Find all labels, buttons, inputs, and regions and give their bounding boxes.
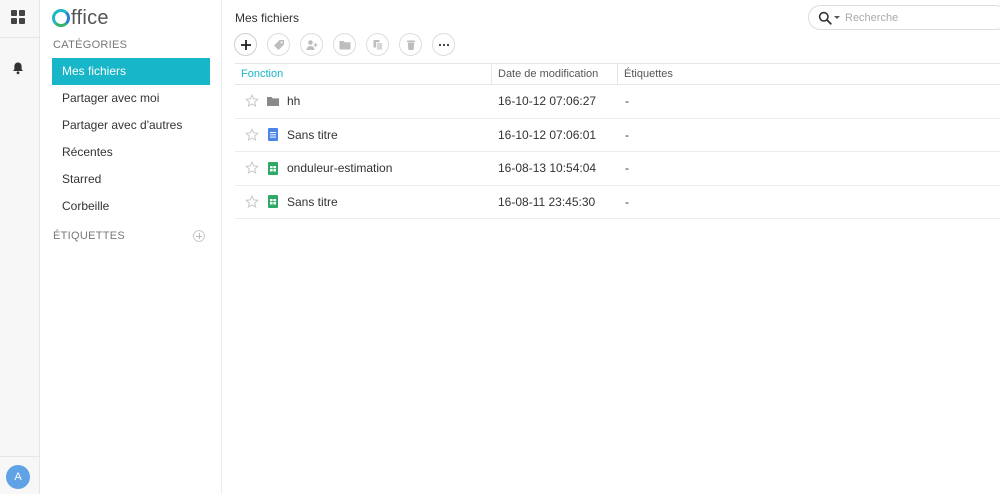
sidebar-item-starred[interactable]: Starred [52,166,210,193]
file-name[interactable]: Sans titre [287,128,338,142]
file-name[interactable]: onduleur-estimation [287,161,392,175]
search-icon[interactable] [818,11,832,25]
page-title: Mes fichiers [235,11,300,25]
add-user-icon [306,39,317,50]
column-header-tags[interactable]: Étiquettes [617,63,1000,85]
spreadsheet-icon [268,195,278,209]
folder-icon [339,40,350,49]
table-row[interactable]: Sans titre 16-08-11 23:45:30 - [235,186,1000,219]
add-tag-icon[interactable] [193,230,205,242]
trash-icon [406,40,415,50]
file-tags: - [625,161,629,176]
apps-grid-icon[interactable] [11,10,25,24]
table-row[interactable]: onduleur-estimation 16-08-13 10:54:04 - [235,152,1000,186]
chevron-down-icon[interactable] [834,16,840,19]
star-icon[interactable] [245,194,259,209]
toolbar [234,33,465,56]
delete-button[interactable] [399,33,422,56]
rail-divider [0,37,40,38]
column-header-name[interactable]: Fonction [235,68,491,80]
file-name[interactable]: Sans titre [287,195,338,209]
file-name[interactable]: hh [287,94,300,108]
more-button[interactable] [432,33,455,56]
sidebar-item-partager-avec-autres[interactable]: Partager avec d'autres [52,112,210,139]
plus-icon [240,39,251,50]
file-table: Fonction Date de modification Étiquettes… [235,63,1000,219]
file-name-cell: hh [235,94,491,108]
table-header: Fonction Date de modification Étiquettes [235,63,1000,85]
document-icon [268,128,278,142]
sidebar-item-partager-avec-moi[interactable]: Partager avec moi [52,85,210,112]
file-name-cell: onduleur-estimation [235,161,491,175]
folder-icon [267,96,279,106]
file-name-cell: Sans titre [235,195,491,209]
file-tags: - [625,127,629,142]
tags-section: ÉTIQUETTES [53,230,205,242]
file-tags: - [625,194,629,209]
sidebar-nav: Mes fichiers Partager avec moi Partager … [52,58,210,220]
sidebar-item-mes-fichiers[interactable]: Mes fichiers [52,58,210,85]
move-folder-button[interactable] [333,33,356,56]
copy-button[interactable] [366,33,389,56]
file-tags: - [625,94,629,109]
sidebar-item-corbeille[interactable]: Corbeille [52,193,210,220]
modified-date: 16-10-12 07:06:27 [498,94,597,109]
table-row[interactable]: hh 16-10-12 07:06:27 - [235,85,1000,119]
sidebar-item-recentes[interactable]: Récentes [52,139,210,166]
tag-button[interactable] [267,33,290,56]
logo-o-icon [52,9,70,27]
office-logo: ffice [52,7,109,29]
sidebar: ffice CATÉGORIES Mes fichiers Partager a… [40,0,222,494]
modified-date: 16-10-12 07:06:01 [498,127,597,142]
app-rail: A [0,0,40,494]
file-name-cell: Sans titre [235,128,491,142]
star-icon[interactable] [245,127,259,142]
categories-title: CATÉGORIES [53,39,128,51]
search-input[interactable] [845,11,985,24]
search-box[interactable] [808,5,1000,30]
tag-icon [273,39,284,50]
bell-icon[interactable] [11,61,25,75]
rail-divider-bottom [0,456,40,457]
copy-icon [373,39,383,50]
share-user-button[interactable] [300,33,323,56]
table-row[interactable]: Sans titre 16-10-12 07:06:01 - [235,119,1000,152]
avatar[interactable]: A [6,465,30,489]
spreadsheet-icon [268,161,278,175]
column-header-date[interactable]: Date de modification [491,63,617,85]
main-panel: Mes fichiers Recherche Fonction Date de … [222,0,1000,494]
modified-date: 16-08-13 10:54:04 [498,161,597,176]
modified-date: 16-08-11 23:45:30 [498,194,596,209]
add-button[interactable] [234,33,257,56]
logo-text: ffice [71,7,109,29]
tags-title: ÉTIQUETTES [53,230,126,242]
ellipsis-icon [438,43,449,46]
star-icon[interactable] [245,94,259,108]
star-icon[interactable] [245,161,259,175]
